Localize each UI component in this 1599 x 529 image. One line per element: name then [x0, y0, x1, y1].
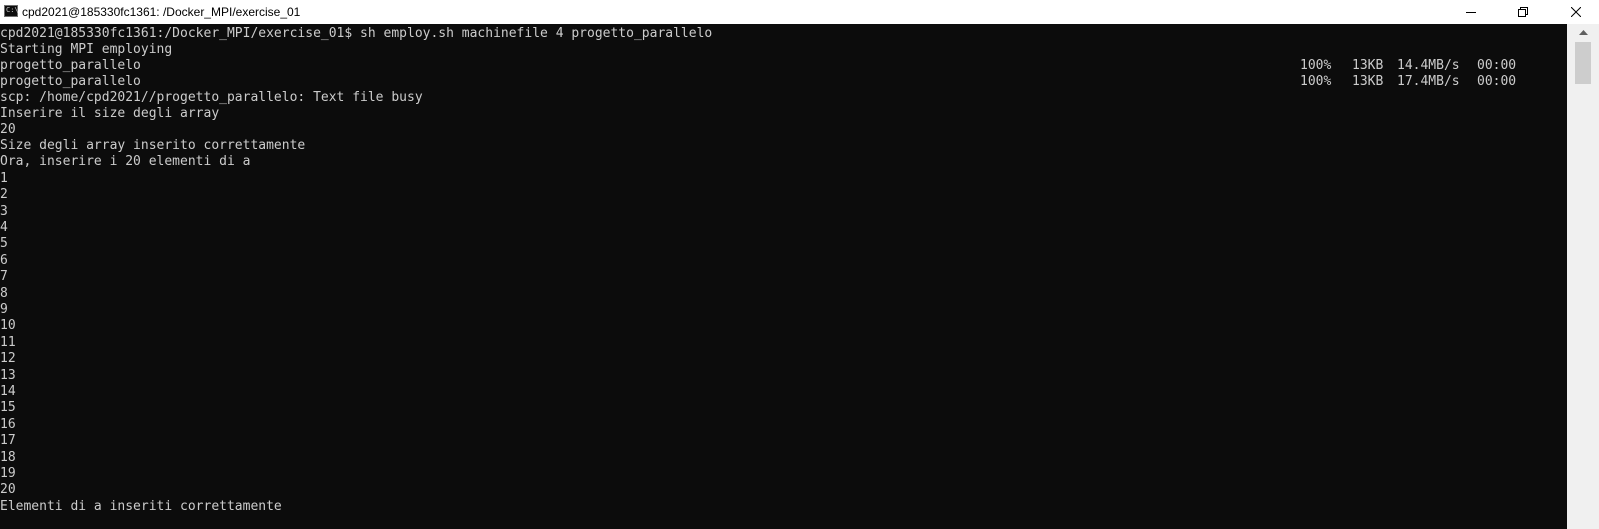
transfer-rate: 17.4MB/s — [1397, 74, 1460, 89]
console-icon[interactable]: C:\ — [4, 5, 19, 17]
terminal-line: 15 — [0, 400, 16, 415]
transfer-eta: 00:00 — [1477, 58, 1517, 73]
terminal-line: 14 — [0, 384, 16, 399]
terminal-line: 3 — [0, 204, 8, 219]
terminal-line: Ora, inserire i 20 elementi di a — [0, 154, 251, 169]
terminal-line: 12 — [0, 351, 16, 366]
transfer-rate: 14.4MB/s — [1397, 58, 1460, 73]
vertical-scrollbar[interactable] — [1567, 24, 1599, 529]
terminal-line: 4 — [0, 220, 8, 235]
terminal-line: 6 — [0, 253, 8, 268]
terminal-line: progetto_parallelo — [0, 74, 141, 89]
terminal-line: scp: /home/cpd2021//progetto_parallelo: … — [0, 90, 423, 105]
transfer-size: 13KB — [1352, 74, 1384, 89]
terminal-line: 11 — [0, 335, 16, 350]
transfer-size: 13KB — [1352, 58, 1384, 73]
close-button[interactable] — [1553, 0, 1599, 24]
scrollbar-thumb[interactable] — [1575, 42, 1591, 84]
console-icon-glyph: C:\ — [6, 6, 19, 14]
terminal-line: 1 — [0, 171, 8, 186]
transfer-eta: 00:00 — [1477, 74, 1517, 89]
terminal-line: Inserire il size degli array — [0, 106, 220, 121]
terminal-line: 16 — [0, 417, 16, 432]
terminal-line: 17 — [0, 433, 16, 448]
scroll-up-button[interactable] — [1567, 24, 1599, 40]
terminal-line: Size degli array inserito correttamente — [0, 138, 306, 153]
terminal-line: 18 — [0, 450, 16, 465]
transfer-percent: 100% — [1300, 58, 1332, 73]
minimize-icon — [1466, 12, 1476, 13]
terminal-line: 8 — [0, 286, 8, 301]
title-bar[interactable]: C:\ cpd2021@185330fc1361: /Docker_MPI/ex… — [0, 0, 1599, 24]
terminal-line: Starting MPI employing — [0, 42, 173, 57]
terminal-line: 5 — [0, 236, 8, 251]
terminal-line: 19 — [0, 466, 16, 481]
maximize-button[interactable] — [1500, 0, 1546, 24]
minimize-button[interactable] — [1448, 0, 1494, 24]
terminal-line: 20 — [0, 482, 16, 497]
terminal-line: Elementi di a inseriti correttamente — [0, 499, 282, 514]
terminal-line: 20 — [0, 122, 16, 137]
terminal-line: 7 — [0, 269, 8, 284]
terminal-line: 13 — [0, 368, 16, 383]
terminal-line: 9 — [0, 302, 8, 317]
terminal-line: progetto_parallelo — [0, 58, 141, 73]
restore-icon — [1518, 7, 1528, 17]
terminal-line: 10 — [0, 318, 16, 333]
terminal-output[interactable]: cpd2021@185330fc1361:/Docker_MPI/exercis… — [0, 24, 1567, 529]
window-title: cpd2021@185330fc1361: /Docker_MPI/exerci… — [22, 5, 301, 19]
terminal-line-command: cpd2021@185330fc1361:/Docker_MPI/exercis… — [0, 26, 713, 41]
transfer-percent: 100% — [1300, 74, 1332, 89]
scroll-up-icon — [1578, 29, 1588, 35]
terminal-line: 2 — [0, 187, 8, 202]
close-icon — [1571, 7, 1581, 17]
